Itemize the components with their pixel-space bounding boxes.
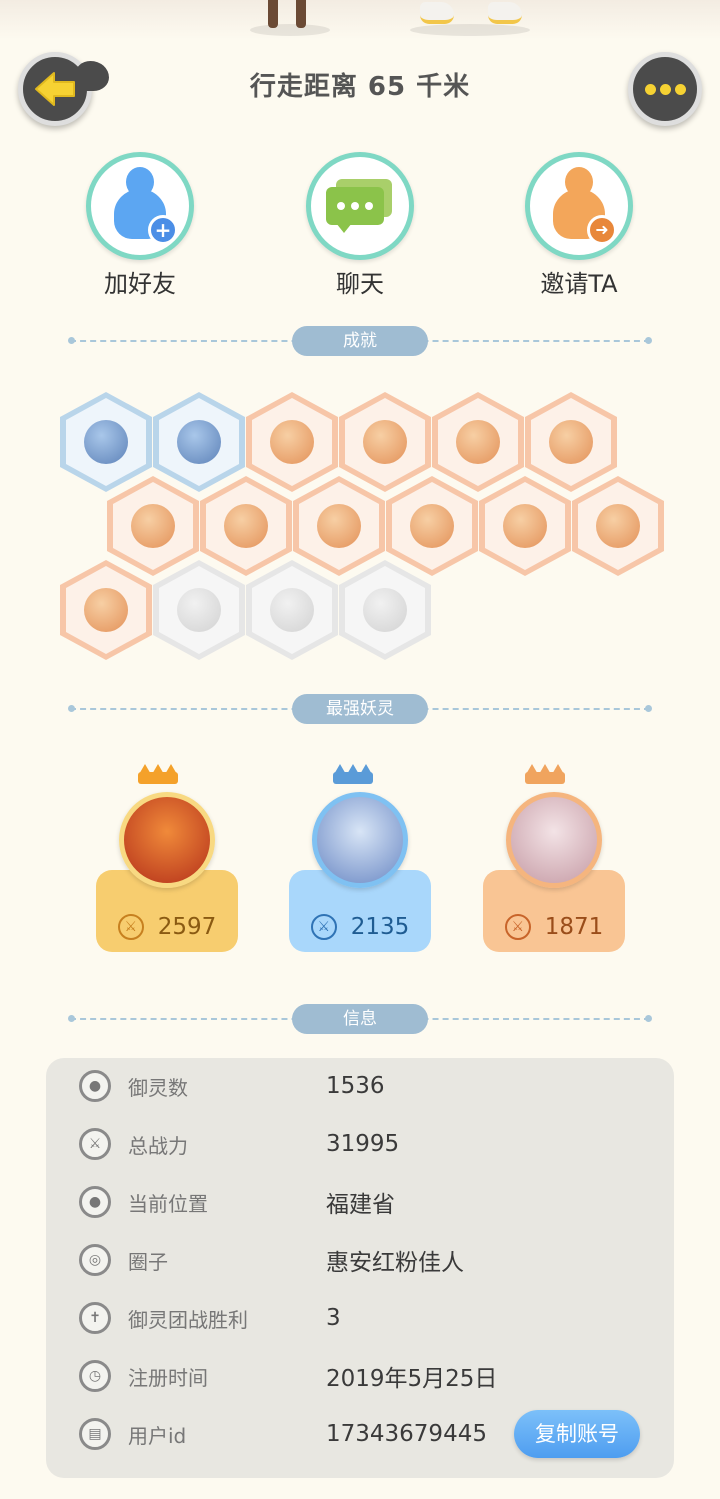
achievement-badge[interactable] bbox=[525, 392, 617, 492]
info-row-register-date: ◷ 注册时间 2019年5月25日 bbox=[46, 1356, 674, 1396]
invite-icon: ➜ bbox=[525, 152, 633, 260]
achievement-badge[interactable] bbox=[339, 392, 431, 492]
crown-icon bbox=[138, 760, 178, 784]
more-dots-icon bbox=[644, 83, 686, 95]
achievement-badge[interactable] bbox=[107, 476, 199, 576]
info-row-spirit-count: ● 御灵数 1536 bbox=[46, 1066, 674, 1106]
info-value: 17343679445 bbox=[326, 1421, 487, 1447]
spirit-count-icon: ● bbox=[79, 1070, 111, 1102]
info-row-location: ● 当前位置 福建省 bbox=[46, 1182, 674, 1222]
strongest-heading: 最强妖灵 bbox=[292, 694, 428, 724]
page-title: 行走距离 65 千米 bbox=[249, 72, 471, 102]
strongest-divider: 最强妖灵 bbox=[68, 694, 652, 724]
info-label: 注册时间 bbox=[128, 1365, 208, 1390]
achievement-badge[interactable] bbox=[246, 392, 338, 492]
location-pin-icon: ● bbox=[79, 1186, 111, 1218]
sword-icon: ⚔ bbox=[310, 914, 337, 940]
spirit-power: ⚔ 2597 bbox=[96, 912, 238, 942]
character-shadow bbox=[250, 24, 330, 36]
info-label: 当前位置 bbox=[128, 1191, 208, 1216]
info-label: 用户id bbox=[128, 1423, 187, 1448]
spirit-power: ⚔ 2135 bbox=[289, 912, 431, 942]
achievement-badge[interactable] bbox=[200, 476, 292, 576]
info-label: 总战力 bbox=[128, 1133, 188, 1158]
achievement-badge[interactable] bbox=[479, 476, 571, 576]
pet-foot bbox=[488, 2, 522, 24]
spirit-power-value: 2135 bbox=[350, 914, 410, 940]
invite-button[interactable]: ➜ 邀请TA bbox=[514, 152, 644, 299]
sword-icon: ⚔ bbox=[504, 914, 531, 940]
achievement-badge[interactable] bbox=[572, 476, 664, 576]
chat-icon bbox=[306, 152, 414, 260]
achievement-badge[interactable] bbox=[386, 476, 478, 576]
add-friend-icon: + bbox=[86, 152, 194, 260]
add-friend-label: 加好友 bbox=[104, 270, 176, 298]
chat-label: 聊天 bbox=[336, 270, 384, 298]
spirit-card-first[interactable]: ⚔ 2597 bbox=[96, 760, 238, 952]
crown-icon bbox=[525, 760, 565, 784]
chat-button[interactable]: 聊天 bbox=[295, 152, 425, 299]
info-label: 御灵数 bbox=[128, 1075, 188, 1100]
achievements-divider: 成就 bbox=[68, 326, 652, 356]
achievement-badge[interactable] bbox=[153, 392, 245, 492]
info-row-team-wins: ✝ 御灵团战胜利 3 bbox=[46, 1298, 674, 1338]
achievement-badge[interactable] bbox=[293, 476, 385, 576]
invite-label: 邀请TA bbox=[540, 270, 618, 298]
achievement-badge-locked[interactable] bbox=[339, 560, 431, 660]
info-value: 31995 bbox=[326, 1131, 400, 1157]
info-panel: ● 御灵数 1536 ⚔ 总战力 31995 ● 当前位置 福建省 ◎ 圈子 惠… bbox=[46, 1058, 674, 1478]
trophy-icon: ✝ bbox=[79, 1302, 111, 1334]
achievements-heading: 成就 bbox=[292, 326, 428, 356]
info-value: 2019年5月25日 bbox=[326, 1366, 498, 1392]
achievement-badge[interactable] bbox=[60, 392, 152, 492]
pet-foot bbox=[420, 2, 454, 24]
id-card-icon: ▤ bbox=[79, 1418, 111, 1450]
info-value: 福建省 bbox=[326, 1192, 395, 1218]
spirit-avatar bbox=[506, 792, 602, 888]
spirit-avatar bbox=[312, 792, 408, 888]
info-label: 圈子 bbox=[128, 1249, 168, 1274]
info-row-total-power: ⚔ 总战力 31995 bbox=[46, 1124, 674, 1164]
more-button[interactable] bbox=[628, 52, 702, 126]
spirit-power-value: 2597 bbox=[157, 914, 217, 940]
achievement-badge-locked[interactable] bbox=[153, 560, 245, 660]
spirit-card-third[interactable]: ⚔ 1871 bbox=[483, 760, 625, 952]
character-preview bbox=[0, 0, 720, 40]
spirit-power: ⚔ 1871 bbox=[483, 912, 625, 942]
achievement-badge-locked[interactable] bbox=[246, 560, 338, 660]
character-leg bbox=[296, 0, 306, 28]
pet-shadow bbox=[410, 24, 530, 36]
achievement-badge[interactable] bbox=[432, 392, 524, 492]
achievement-badge[interactable] bbox=[60, 560, 152, 660]
info-value: 1536 bbox=[326, 1073, 385, 1099]
add-friend-button[interactable]: + 加好友 bbox=[75, 152, 205, 299]
copy-account-button[interactable]: 复制账号 bbox=[514, 1410, 640, 1458]
info-value: 3 bbox=[326, 1305, 341, 1331]
info-row-circle: ◎ 圈子 惠安红粉佳人 bbox=[46, 1240, 674, 1280]
info-divider: 信息 bbox=[68, 1004, 652, 1034]
info-heading: 信息 bbox=[292, 1004, 428, 1034]
sword-icon: ⚔ bbox=[117, 914, 144, 940]
character-leg bbox=[268, 0, 278, 28]
info-label: 御灵团战胜利 bbox=[128, 1307, 248, 1332]
circle-icon: ◎ bbox=[79, 1244, 111, 1276]
spirit-card-second[interactable]: ⚔ 2135 bbox=[289, 760, 431, 952]
spirit-avatar bbox=[119, 792, 215, 888]
info-value: 惠安红粉佳人 bbox=[326, 1250, 464, 1276]
crown-icon bbox=[333, 760, 373, 784]
spirit-power-value: 1871 bbox=[544, 914, 604, 940]
clock-icon: ◷ bbox=[79, 1360, 111, 1392]
sword-icon: ⚔ bbox=[79, 1128, 111, 1160]
